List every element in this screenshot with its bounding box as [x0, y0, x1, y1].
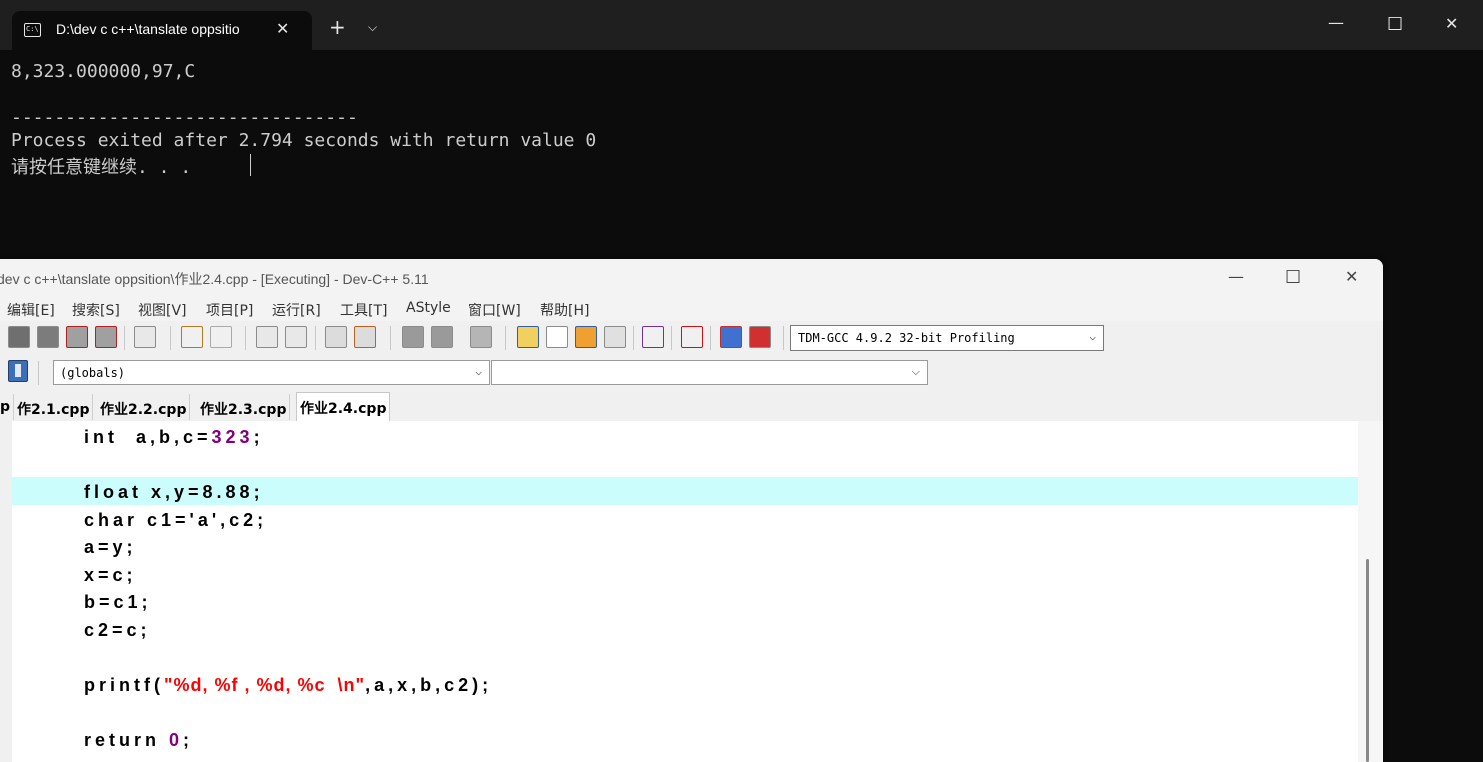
menu-bar: 编辑[E] 搜索[S] 视图[V] 项目[P] 运行[R] 工具[T] ASty… — [0, 297, 1383, 321]
vertical-scrollbar[interactable] — [1358, 421, 1383, 762]
grid-icon[interactable] — [604, 326, 626, 348]
window-close-icon[interactable]: ✕ — [1445, 14, 1458, 33]
class-browser-icon[interactable] — [575, 326, 597, 348]
close-file-icon[interactable] — [66, 326, 88, 348]
code-line: a=y; — [84, 537, 137, 557]
menu-astyle[interactable]: AStyle — [406, 300, 451, 316]
terminal-tab[interactable]: C:\ D:\dev c c++\tanslate oppsitio ✕ — [12, 11, 312, 50]
code-line: x=c; — [84, 565, 137, 585]
tab-file-3[interactable]: 作业2.3.cpp — [197, 394, 291, 420]
minimize-icon[interactable]: — — [1228, 267, 1244, 286]
undo-icon[interactable] — [181, 326, 203, 348]
terminal-icon: C:\ — [24, 23, 41, 37]
editor-gutter — [0, 421, 12, 762]
menu-view[interactable]: 视图[V] — [138, 300, 187, 320]
menu-search[interactable]: 搜索[S] — [72, 300, 120, 320]
menu-project[interactable]: 项目[P] — [206, 300, 253, 320]
terminal-line: -------------------------------- — [11, 107, 358, 128]
chevron-down-icon: ⌵ — [911, 365, 920, 378]
tab-file-2[interactable]: 作业2.2.cpp — [97, 394, 191, 420]
menu-help[interactable]: 帮助[H] — [540, 300, 589, 320]
save-all-icon[interactable] — [37, 326, 59, 348]
delete-profile-icon[interactable] — [749, 326, 771, 348]
file-tabs: p 作2.1.cpp 作业2.2.cpp 作业2.3.cpp 作业2.4.cpp — [0, 391, 1383, 422]
maximize-icon[interactable]: ☐ — [1387, 14, 1403, 35]
window-icon[interactable] — [546, 326, 568, 348]
back-icon[interactable] — [402, 326, 424, 348]
code-line: int a,b,c=323; — [84, 427, 264, 447]
window-close-icon[interactable]: ✕ — [1345, 267, 1358, 286]
print-icon[interactable] — [134, 326, 156, 348]
devcpp-titlebar: dev c c++\tanslate oppsition\作业2.4.cpp -… — [0, 259, 1383, 297]
menu-tools[interactable]: 工具[T] — [340, 300, 387, 320]
tab-file-1[interactable]: 作2.1.cpp — [14, 394, 94, 420]
check-syntax-icon[interactable] — [642, 326, 664, 348]
code-line: printf("%d, %f , %d, %c \n",a,x,b,c2); — [84, 675, 493, 695]
code-line: c2=c; — [84, 620, 151, 640]
member-select[interactable]: ⌵ — [491, 360, 928, 385]
compiler-select-value: TDM-GCC 4.9.2 32-bit Profiling — [798, 331, 1015, 345]
goto-icon[interactable] — [470, 326, 492, 348]
menu-run[interactable]: 运行[R] — [272, 300, 321, 320]
close-all-icon[interactable] — [95, 326, 117, 348]
window-title: dev c c++\tanslate oppsition\作业2.4.cpp -… — [0, 271, 429, 287]
code-line: return 0; — [84, 730, 194, 750]
minimize-icon[interactable]: — — [1328, 13, 1344, 32]
save-icon[interactable] — [8, 326, 30, 348]
chevron-down-icon: ⌵ — [475, 365, 482, 378]
new-tab-icon[interactable]: + — [329, 17, 346, 37]
terminal-titlebar: C:\ D:\dev c c++\tanslate oppsitio ✕ + ⌵… — [0, 0, 1483, 50]
main-toolbar: TDM-GCC 4.9.2 32-bit Profiling ⌵ — [0, 321, 1383, 355]
find-icon[interactable] — [256, 326, 278, 348]
forward-icon[interactable] — [431, 326, 453, 348]
menu-window[interactable]: 窗口[W] — [468, 300, 521, 320]
code-editor[interactable]: int a,b,c=323; float x,y=8.88; char c1='… — [12, 421, 1358, 762]
menu-edit[interactable]: 编辑[E] — [7, 300, 55, 320]
new-project-icon[interactable] — [517, 326, 539, 348]
bookmark-icon[interactable] — [8, 360, 28, 382]
code-line: b=c1; — [84, 592, 152, 612]
redo-icon[interactable] — [210, 326, 232, 348]
chevron-down-icon: ⌵ — [1089, 330, 1096, 343]
terminal-tab-title: D:\dev c c++\tanslate oppsitio — [56, 21, 240, 37]
compiler-select[interactable]: TDM-GCC 4.9.2 32-bit Profiling ⌵ — [790, 325, 1104, 351]
class-toolbar: (globals) ⌵ ⌵ — [0, 355, 930, 392]
terminal-line: 8,323.000000,97,C — [11, 61, 196, 82]
profile-chart-icon[interactable] — [720, 326, 742, 348]
devcpp-window: dev c c++\tanslate oppsition\作业2.4.cpp -… — [0, 259, 1383, 762]
terminal-line: Process exited after 2.794 seconds with … — [11, 130, 597, 151]
chevron-down-icon[interactable]: ⌵ — [368, 20, 377, 35]
terminal-cursor — [250, 154, 251, 176]
indent-icon[interactable] — [325, 326, 347, 348]
tab-file-0[interactable]: p — [0, 394, 15, 420]
replace-icon[interactable] — [285, 326, 307, 348]
code-line: float x,y=8.88; — [84, 482, 264, 502]
tab-file-active[interactable]: 作业2.4.cpp — [296, 392, 391, 421]
terminal-line: 请按任意键继续. . . — [11, 157, 192, 178]
tab-close-icon[interactable]: ✕ — [276, 19, 289, 38]
scrollbar-thumb[interactable] — [1366, 559, 1369, 762]
scope-select-value: (globals) — [60, 366, 126, 380]
code-line: char c1='a',c2; — [84, 510, 268, 530]
scope-select[interactable]: (globals) ⌵ — [53, 360, 490, 385]
maximize-icon[interactable]: ☐ — [1285, 267, 1301, 288]
stop-icon[interactable] — [681, 326, 703, 348]
unindent-icon[interactable] — [354, 326, 376, 348]
